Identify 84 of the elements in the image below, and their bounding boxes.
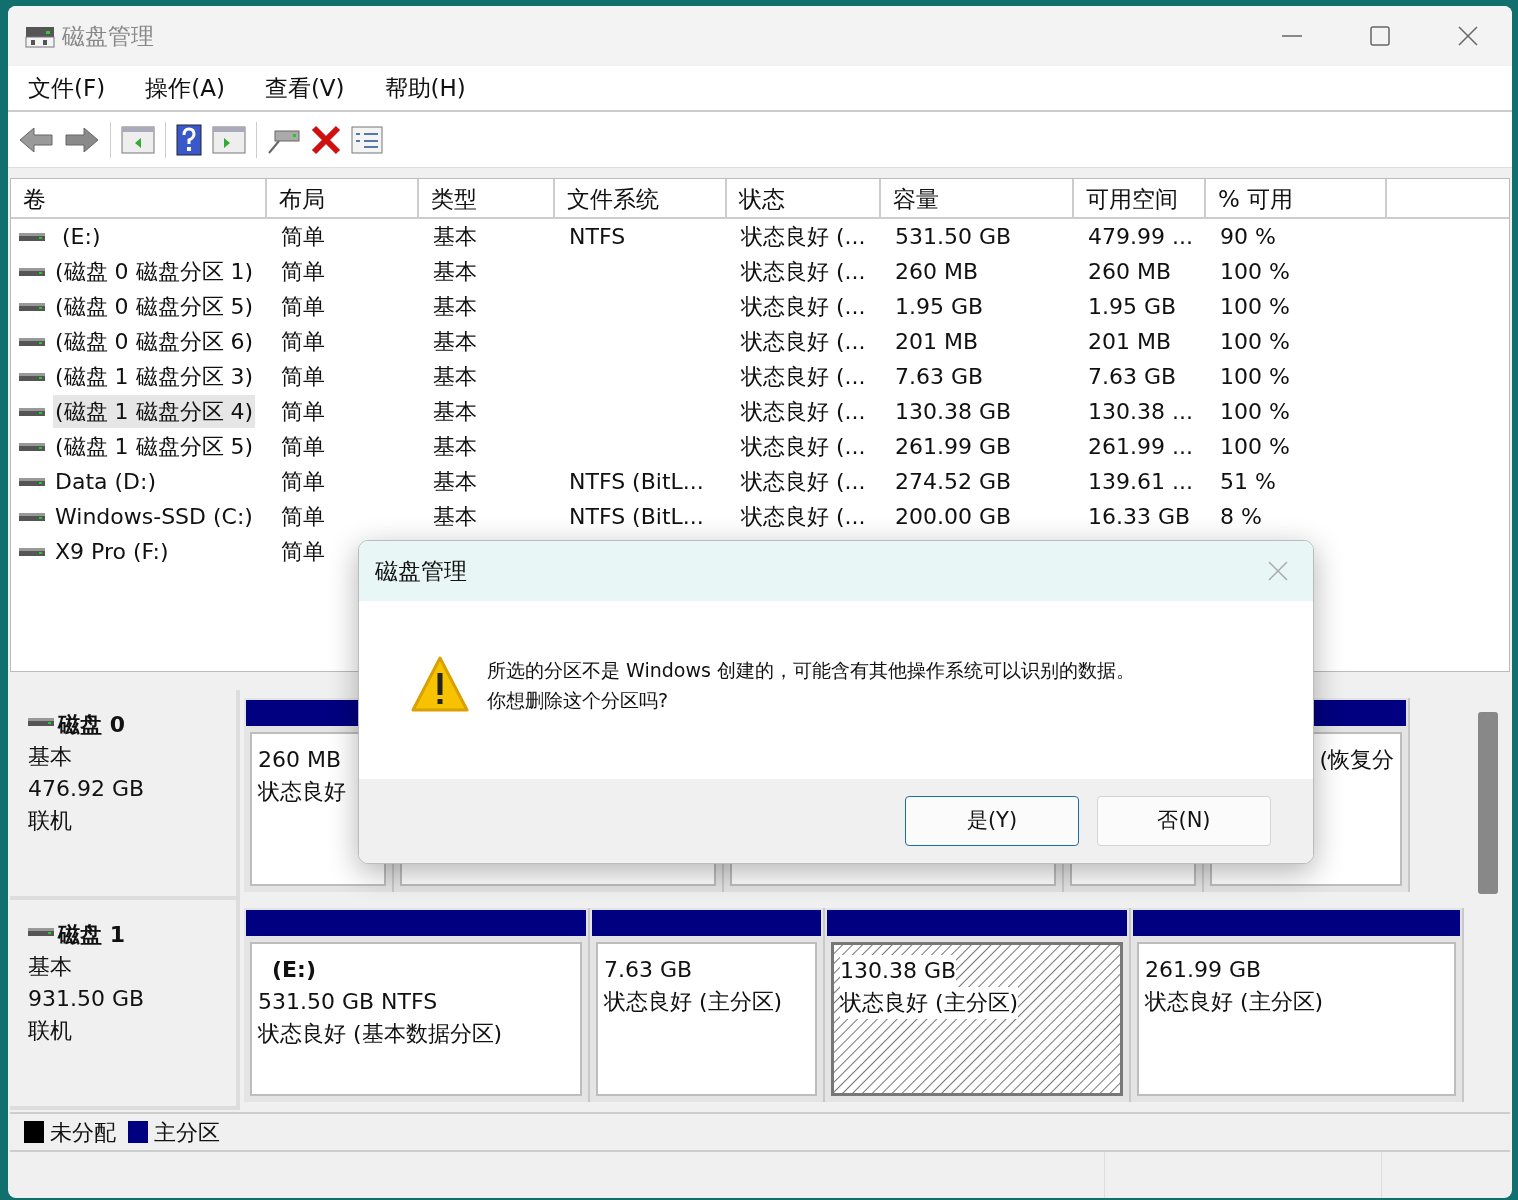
table-cell: 状态良好 (... <box>741 469 866 494</box>
disk-detail: 476.92 GB <box>28 775 146 803</box>
table-cell: 基本 <box>433 224 477 249</box>
disk-name: 磁盘 1 <box>58 921 125 949</box>
table-cell: 51 % <box>1220 469 1276 494</box>
table-cell: 100 % <box>1220 294 1290 319</box>
table-cell: 16.33 GB <box>1088 504 1191 529</box>
table-cell: 531.50 GB <box>895 224 1012 249</box>
disk-detail: 基本 <box>28 743 73 771</box>
partition-label: (E:) <box>271 956 317 984</box>
table-cell: 261.99 GB <box>895 434 1012 459</box>
table-cell: 260 MB <box>895 259 979 284</box>
table-cell: 状态良好 (... <box>741 504 866 529</box>
table-cell: NTFS (BitL... <box>569 469 704 494</box>
partition-info: (恢复分 <box>1319 746 1394 774</box>
dialog-message: 你想删除这个分区吗? <box>487 688 670 713</box>
disk-detail: 基本 <box>28 953 73 981</box>
partition-info: 状态良好 (主分区) <box>840 987 1019 1019</box>
table-cell: 201 MB <box>895 329 979 354</box>
table-cell: 基本 <box>433 469 477 494</box>
table-cell: 479.99 ... <box>1088 224 1193 249</box>
table-cell: 基本 <box>433 329 477 354</box>
disk-detail: 联机 <box>28 807 73 835</box>
table-cell: 100 % <box>1220 259 1290 284</box>
table-cell: 261.99 ... <box>1088 434 1193 459</box>
legend-label: 主分区 <box>154 1118 220 1147</box>
table-cell: 1.95 GB <box>895 294 984 319</box>
dialog-message: 所选的分区不是 Windows 创建的，可能含有其他操作系统可以识别的数据。 <box>487 658 1135 683</box>
table-cell: 100 % <box>1220 364 1290 389</box>
disk-name: 磁盘 0 <box>58 711 125 739</box>
table-cell: 基本 <box>433 399 477 424</box>
partition-info: 状态良好 (基本数据分区) <box>258 1020 504 1048</box>
table-cell: 状态良好 (... <box>741 294 866 319</box>
table-cell: 状态良好 (... <box>741 364 866 389</box>
dialog-title: 磁盘管理 <box>375 556 467 586</box>
table-cell: 基本 <box>433 259 477 284</box>
table-cell: 简单 <box>281 539 325 564</box>
table-cell: 简单 <box>281 224 325 249</box>
table-cell: 1.95 GB <box>1088 294 1177 319</box>
partition-info: 7.63 GB <box>604 956 694 984</box>
partition-info: 状态良好 (主分区) <box>604 988 784 1016</box>
table-cell: 简单 <box>281 469 325 494</box>
table-cell: 状态良好 (... <box>741 434 866 459</box>
table-cell: 8 % <box>1220 504 1262 529</box>
table-cell: 简单 <box>281 329 325 354</box>
table-cell: 90 % <box>1220 224 1276 249</box>
table-cell: NTFS (BitL... <box>569 504 704 529</box>
table-cell: 100 % <box>1220 434 1290 459</box>
window-title: 磁盘管理 <box>62 21 154 51</box>
table-cell: 简单 <box>281 294 325 319</box>
table-cell: 201 MB <box>1088 329 1172 354</box>
table-cell: 状态良好 (... <box>741 224 866 249</box>
legend-label: 未分配 <box>50 1118 116 1147</box>
table-cell: 简单 <box>281 434 325 459</box>
table-cell: 139.61 ... <box>1088 469 1193 494</box>
table-cell: 基本 <box>433 504 477 529</box>
table-cell: 简单 <box>281 399 325 424</box>
table-cell: 基本 <box>433 294 477 319</box>
table-cell: 130.38 ... <box>1088 399 1193 424</box>
table-cell: 260 MB <box>1088 259 1172 284</box>
partition-info: 130.38 GB <box>840 955 957 987</box>
table-cell: 200.00 GB <box>895 504 1012 529</box>
table-cell: 简单 <box>281 259 325 284</box>
table-cell: 状态良好 (... <box>741 329 866 354</box>
table-cell: 简单 <box>281 364 325 389</box>
partition-info: 531.50 GB NTFS <box>258 988 439 1016</box>
disk-detail: 联机 <box>28 1017 73 1045</box>
partition-info: 261.99 GB <box>1145 956 1263 984</box>
table-cell: 基本 <box>433 434 477 459</box>
table-cell: 状态良好 (... <box>741 259 866 284</box>
table-cell: 基本 <box>433 364 477 389</box>
partition-info: 状态良好 (主分区) <box>1145 988 1325 1016</box>
table-cell: 简单 <box>281 504 325 529</box>
table-cell: 100 % <box>1220 329 1290 354</box>
table-cell: 7.63 GB <box>895 364 984 389</box>
disk-detail: 931.50 GB <box>28 985 146 1013</box>
table-cell: 274.52 GB <box>895 469 1012 494</box>
table-cell: 130.38 GB <box>895 399 1012 424</box>
table-cell: 100 % <box>1220 399 1290 424</box>
table-cell: 7.63 GB <box>1088 364 1177 389</box>
table-cell: NTFS <box>569 224 626 249</box>
partition-info: 260 MB <box>258 746 343 774</box>
partition-info: 状态良好 <box>258 778 347 806</box>
table-cell: 状态良好 (... <box>741 399 866 424</box>
